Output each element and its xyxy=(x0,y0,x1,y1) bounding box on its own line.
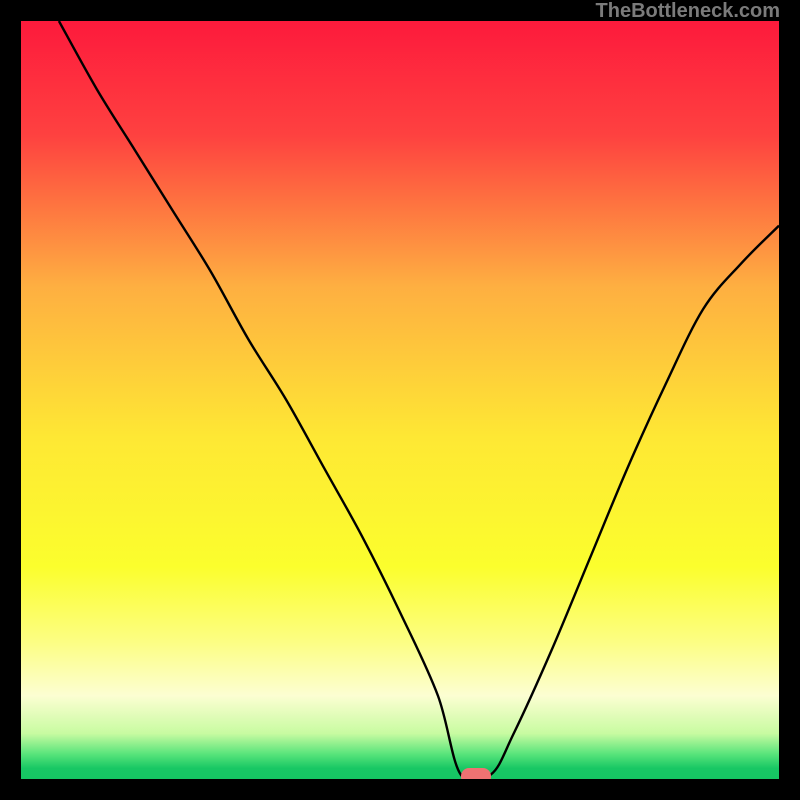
chart-curve-layer xyxy=(21,21,779,779)
chart-plot-area xyxy=(21,21,779,779)
watermark-text: TheBottleneck.com xyxy=(596,0,780,23)
chart-outer-frame: TheBottleneck.com xyxy=(0,0,800,800)
bottleneck-curve xyxy=(59,21,779,779)
optimal-point-marker xyxy=(461,768,491,779)
